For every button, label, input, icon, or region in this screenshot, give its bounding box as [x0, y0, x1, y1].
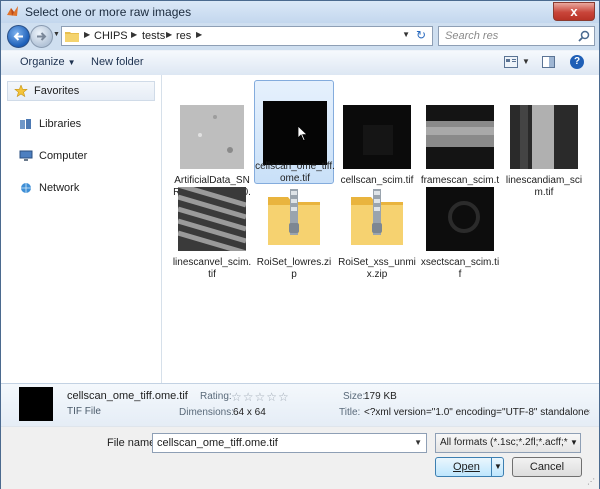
file-type-filter-select[interactable]: All formats (*.1sc;*.2fl;*.acff;*.al ▼: [435, 433, 581, 453]
file-name: RoiSet_lowres.zip: [256, 257, 332, 280]
file-list: ArtificialData_SNR_0.1_FOV_250.tif cells…: [162, 75, 599, 383]
organize-label: Organize: [20, 56, 65, 68]
zip-folder-icon: [268, 189, 320, 245]
breadcrumb-chips[interactable]: CHIPS: [94, 30, 128, 42]
search-placeholder: Search res: [445, 30, 499, 42]
sidebar-item-computer[interactable]: Computer: [7, 147, 155, 165]
rating-stars[interactable]: ☆☆☆☆☆: [231, 390, 290, 404]
file-name-label: File name:: [107, 437, 159, 449]
resize-grip-icon[interactable]: ⋰: [587, 477, 597, 487]
file-name: xsectscan_scim.tif: [420, 257, 500, 280]
network-icon: [21, 183, 31, 193]
matlab-icon: [7, 6, 18, 16]
rating-label: Rating:: [200, 391, 232, 402]
image-thumbnail: [178, 187, 246, 251]
forward-button[interactable]: [30, 25, 53, 48]
selected-file-name: cellscan_ome_tiff.ome.tif: [67, 390, 188, 402]
selected-file-type: TIF File: [67, 406, 101, 417]
file-item[interactable]: RoiSet_lowres.zip: [254, 183, 334, 281]
file-item[interactable]: linescanvel_scim.tif: [172, 183, 252, 281]
back-button[interactable]: [7, 25, 30, 48]
navigation-pane: Favorites Libraries Computer Network: [1, 75, 162, 383]
sidebar-item-label: Computer: [39, 150, 88, 162]
help-icon[interactable]: ?: [570, 55, 584, 69]
recent-pages-dropdown[interactable]: ▼: [53, 31, 61, 39]
details-pane: cellscan_ome_tiff.ome.tif TIF File Ratin…: [1, 383, 599, 426]
file-item[interactable]: xsectscan_scim.tif: [420, 183, 500, 281]
command-toolbar: Organize ▼ New folder ▼ ?: [1, 50, 599, 76]
image-thumbnail: [426, 105, 494, 169]
chevron-down-icon: ▼: [67, 58, 76, 67]
navigation-bar: ▼ ▶ CHIPS ▶ tests ▶ res ▶ ▼ ↻ Search res: [1, 23, 599, 49]
sidebar-item-favorites[interactable]: Favorites: [7, 81, 155, 101]
image-thumbnail: [180, 105, 244, 169]
file-name: cellscan_ome_tiff.ome.tif: [255, 161, 335, 184]
arrow-right-icon: [37, 32, 47, 41]
mouse-cursor-icon: [298, 126, 308, 141]
view-options-icon[interactable]: [504, 56, 518, 68]
breadcrumb-separator[interactable]: ▶: [166, 30, 172, 39]
file-item[interactable]: linescandiam_scim.tif: [504, 101, 584, 199]
arrow-left-icon: [13, 32, 23, 41]
organize-button[interactable]: Organize ▼: [20, 56, 76, 68]
file-type-filter-value: All formats (*.1sc;*.2fl;*.acff;*.al: [440, 437, 579, 448]
open-button[interactable]: Open ▼: [435, 457, 504, 477]
open-dropdown-icon[interactable]: ▼: [494, 462, 502, 471]
new-folder-button[interactable]: New folder: [91, 56, 144, 68]
image-thumbnail: [426, 187, 494, 251]
dialog-footer: File name: cellscan_ome_tiff.ome.tif ▼ A…: [1, 426, 599, 489]
library-icon: [20, 119, 31, 129]
selected-file-thumbnail: [19, 387, 53, 421]
image-thumbnail: [343, 105, 411, 169]
chevron-down-icon[interactable]: ▼: [414, 438, 422, 447]
computer-icon: [19, 150, 33, 161]
cancel-button[interactable]: Cancel: [512, 457, 582, 477]
dimensions-value: 64 x 64: [233, 407, 266, 418]
dimensions-label: Dimensions:: [179, 407, 235, 418]
file-name-value: cellscan_ome_tiff.ome.tif: [157, 437, 278, 449]
window-title: Select one or more raw images: [25, 5, 192, 19]
title-bar[interactable]: Select one or more raw images x: [1, 1, 599, 23]
image-thumbnail: [263, 101, 327, 165]
view-dropdown[interactable]: ▼: [522, 57, 530, 66]
folder-icon: [65, 32, 79, 42]
breadcrumb-tests[interactable]: tests: [142, 30, 165, 42]
address-bar[interactable]: ▶ CHIPS ▶ tests ▶ res ▶ ▼ ↻: [61, 26, 433, 46]
address-dropdown[interactable]: ▼: [402, 30, 410, 39]
chevron-down-icon: ▼: [568, 434, 580, 452]
search-icon[interactable]: [578, 30, 590, 42]
file-item-selected[interactable]: cellscan_ome_tiff.ome.tif: [254, 80, 335, 184]
zip-folder-icon: [351, 189, 403, 245]
file-item[interactable]: RoiSet_xss_unmix.zip: [337, 183, 417, 281]
split-divider: [491, 458, 492, 476]
file-name: linescandiam_scim.tif: [505, 175, 583, 198]
star-icon: [14, 85, 28, 97]
file-name: RoiSet_xss_unmix.zip: [338, 257, 416, 280]
title-value: <?xml version="1.0" encoding="UTF-8" sta…: [364, 407, 590, 418]
open-label: Open: [453, 461, 480, 473]
breadcrumb-separator[interactable]: ▶: [84, 30, 90, 39]
sidebar-item-label: Network: [39, 182, 80, 194]
title-label: Title:: [339, 407, 361, 418]
sidebar-item-network[interactable]: Network: [7, 179, 155, 197]
sidebar-item-label: Favorites: [34, 85, 80, 97]
file-dialog-window: Select one or more raw images x ▼ ▶ CHIP…: [0, 0, 600, 489]
sidebar-item-libraries[interactable]: Libraries: [7, 115, 155, 133]
image-thumbnail: [510, 105, 578, 169]
size-value: 179 KB: [364, 391, 397, 402]
sidebar-item-label: Libraries: [39, 118, 82, 130]
size-label: Size:: [343, 391, 366, 402]
preview-pane-icon[interactable]: [542, 56, 555, 68]
breadcrumb-separator[interactable]: ▶: [131, 30, 137, 39]
close-button[interactable]: x: [553, 2, 595, 21]
refresh-icon[interactable]: ↻: [414, 28, 428, 42]
file-name: linescanvel_scim.tif: [172, 257, 252, 280]
search-input[interactable]: Search res: [438, 26, 595, 46]
breadcrumb-separator[interactable]: ▶: [196, 30, 202, 39]
breadcrumb-res[interactable]: res: [176, 30, 191, 42]
file-name-input[interactable]: cellscan_ome_tiff.ome.tif ▼: [152, 433, 427, 453]
